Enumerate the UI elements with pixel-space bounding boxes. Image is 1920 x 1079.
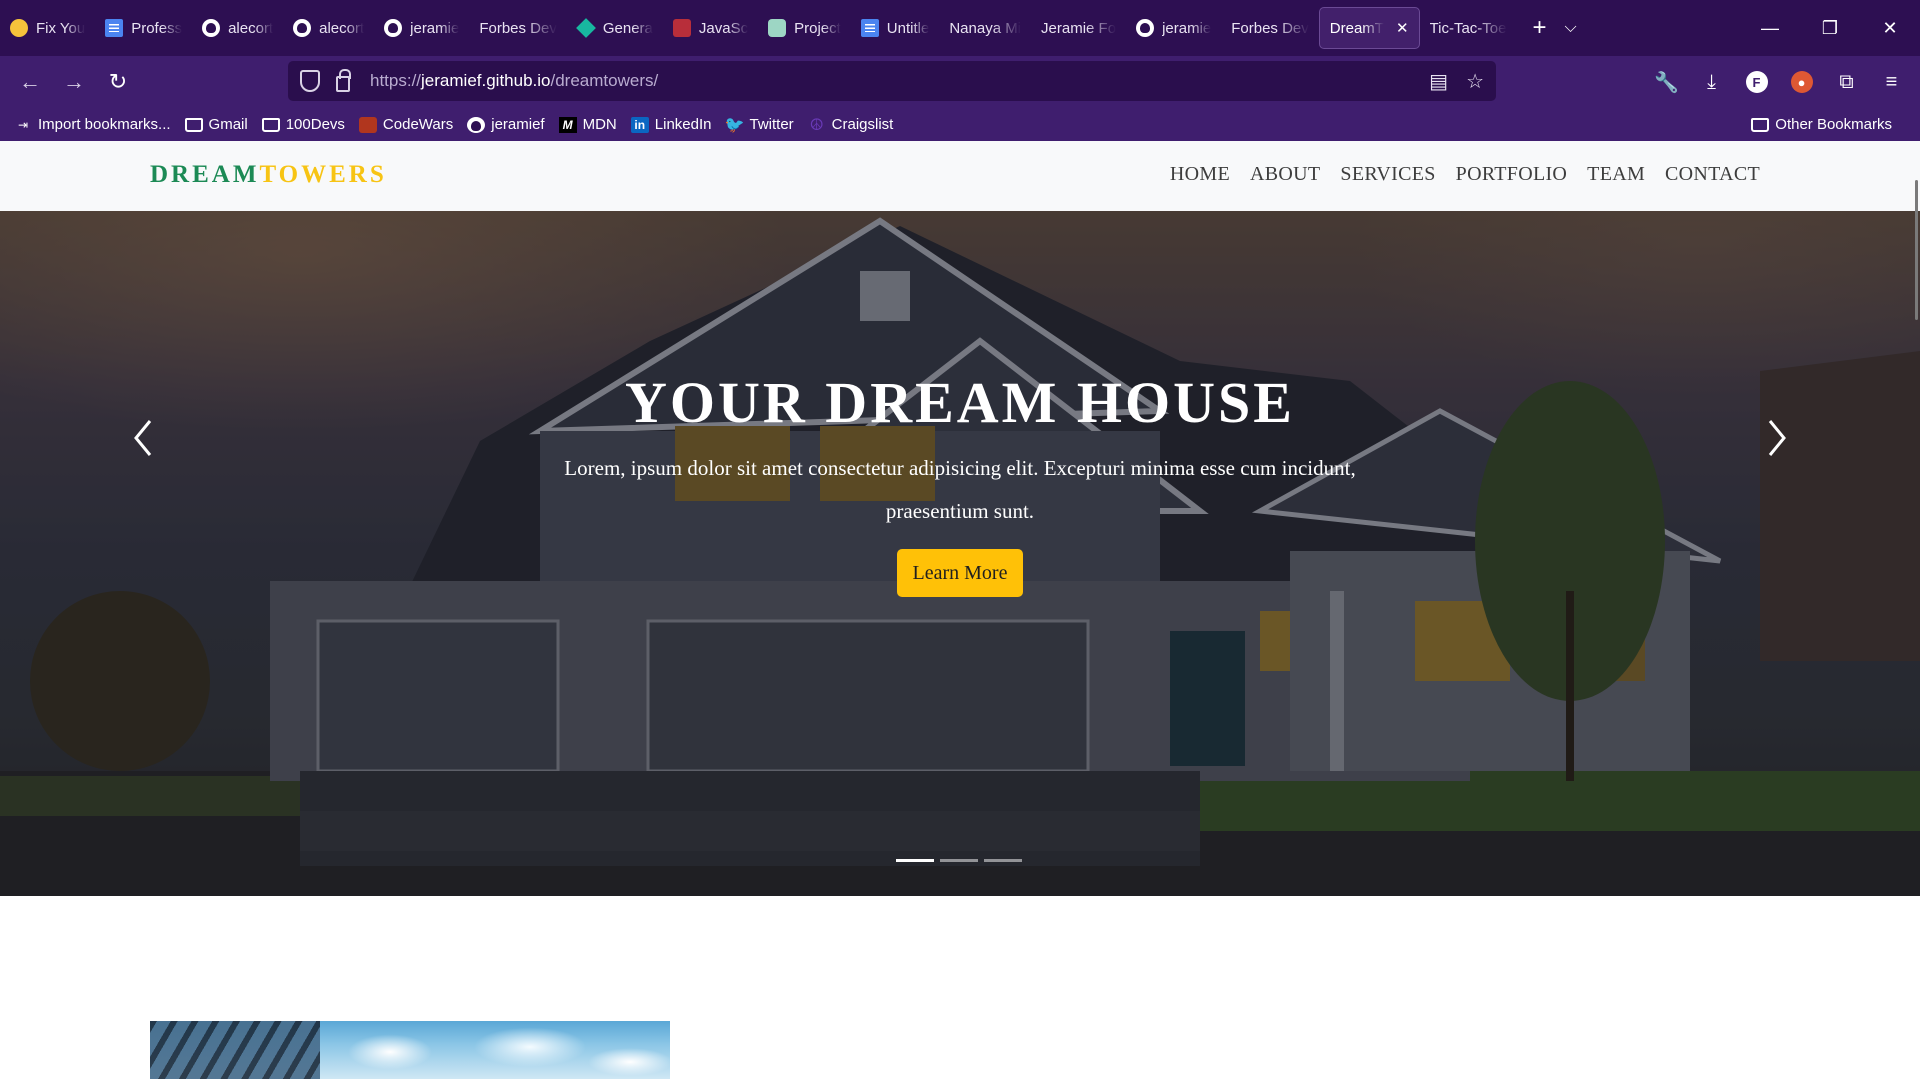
bookmark-craigslist[interactable]: ☮ Craigslist	[808, 116, 894, 134]
carousel-indicator-3[interactable]	[984, 859, 1022, 862]
bookmark-star-icon[interactable]: ☆	[1466, 69, 1484, 94]
bookmark-mdn[interactable]: M MDN	[558, 116, 617, 133]
menu-portfolio[interactable]: PORTFOLIO	[1456, 163, 1568, 186]
tab-6[interactable]: Genera	[567, 8, 663, 48]
docs-icon	[105, 19, 124, 37]
carousel-next-icon[interactable]	[1756, 413, 1796, 463]
smile-icon	[10, 19, 28, 37]
brand-logo[interactable]: DREAMTOWERS	[150, 161, 387, 189]
bookmark-twitter[interactable]: 🐦 Twitter	[724, 116, 794, 134]
tab-1[interactable]: Profess	[95, 8, 192, 48]
minimize-icon[interactable]: —	[1740, 0, 1800, 56]
tab-10[interactable]: Nanaya Mi	[939, 8, 1031, 48]
tab-15[interactable]: Tic-Tac-Toe	[1420, 8, 1517, 48]
tab-14-active[interactable]: DreamT ✕	[1318, 7, 1420, 49]
close-tab-icon[interactable]: ✕	[1396, 19, 1409, 37]
hero-text: Lorem, ipsum dolor sit amet consectetur …	[564, 456, 1356, 523]
carousel-indicator-1[interactable]	[896, 859, 934, 862]
duckduckgo-icon[interactable]: ●	[1779, 60, 1824, 104]
linkedin-icon: in	[630, 116, 649, 133]
carousel-indicators	[896, 859, 1022, 862]
new-tab-icon[interactable]: +	[1533, 14, 1547, 42]
github-icon	[384, 19, 403, 37]
page-scrollbar[interactable]	[1915, 180, 1918, 320]
tab-strip: Fix You Profess alecort alecort jeramie …	[0, 0, 1920, 56]
menu-services[interactable]: SERVICES	[1340, 163, 1435, 186]
tab-12[interactable]: jeramie	[1126, 8, 1221, 48]
tab-8[interactable]: Project	[758, 8, 851, 48]
menu-icon[interactable]: ≡	[1869, 60, 1914, 104]
folder-icon	[1751, 117, 1770, 132]
site-menu: HOME ABOUT SERVICES PORTFOLIO TEAM CONTA…	[1150, 163, 1760, 186]
back-icon[interactable]: ←	[8, 60, 52, 104]
chatgpt-icon	[768, 19, 787, 37]
tab-4[interactable]: jeramie	[374, 8, 469, 48]
address-bar[interactable]: https://jeramief.github.io/dreamtowers/ …	[288, 61, 1496, 101]
tab-7[interactable]: JavaSc	[663, 8, 758, 48]
bookmark-import[interactable]: ⇥ Import bookmarks...	[14, 116, 171, 133]
diamond-icon	[575, 18, 596, 38]
list-tabs-icon[interactable]: ⌵	[1565, 19, 1577, 37]
url-text[interactable]: https://jeramief.github.io/dreamtowers/	[370, 71, 1411, 91]
tab-9[interactable]: Untitle	[851, 8, 940, 48]
account-icon[interactable]: F	[1734, 60, 1779, 104]
hero-title: YOUR DREAM HOUSE	[625, 370, 1295, 435]
github-icon	[1136, 19, 1155, 37]
js-icon	[672, 19, 691, 37]
download-icon[interactable]: ⤓	[1689, 60, 1734, 104]
extensions-icon[interactable]: ⧉	[1824, 60, 1869, 104]
site-navbar: DREAMTOWERS HOME ABOUT SERVICES PORTFOLI…	[0, 141, 1920, 211]
bookmark-github[interactable]: jeramief	[467, 116, 545, 133]
twitter-icon: 🐦	[724, 116, 745, 134]
reader-view-icon[interactable]: ▤	[1429, 69, 1448, 94]
about-building-image	[150, 1021, 670, 1079]
peace-icon: ☮	[809, 116, 824, 134]
learn-more-button[interactable]: Learn More	[897, 549, 1023, 597]
tab-0[interactable]: Fix You	[0, 8, 95, 48]
tab-3[interactable]: alecort	[283, 8, 374, 48]
import-icon: ⇥	[17, 117, 29, 132]
hero-carousel: YOUR DREAM HOUSE Lorem, ipsum dolor sit …	[0, 211, 1920, 896]
bookmark-100devs[interactable]: 100Devs	[261, 116, 345, 133]
nav-toolbar: ← → ↻ https://jeramief.github.io/dreamto…	[0, 56, 1920, 108]
tab-5[interactable]: Forbes Dev	[469, 8, 567, 48]
mdn-icon: M	[558, 116, 577, 133]
folder-icon	[261, 117, 280, 132]
menu-home[interactable]: HOME	[1170, 163, 1230, 186]
reload-icon[interactable]: ↻	[96, 60, 140, 104]
bookmark-linkedin[interactable]: in LinkedIn	[630, 116, 711, 133]
bookmark-gmail[interactable]: Gmail	[184, 116, 248, 133]
menu-about[interactable]: ABOUT	[1250, 163, 1320, 186]
wrench-icon[interactable]: 🔧	[1644, 60, 1689, 104]
bookmarks-bar: ⇥ Import bookmarks... Gmail 100Devs CodeW…	[0, 108, 1920, 141]
lock-icon[interactable]	[336, 68, 351, 92]
codewars-icon	[358, 116, 377, 133]
tab-11[interactable]: Jeramie Fo	[1031, 8, 1126, 48]
folder-icon	[184, 117, 203, 132]
carousel-indicator-2[interactable]	[940, 859, 978, 862]
close-window-icon[interactable]: ✕	[1860, 0, 1920, 56]
menu-team[interactable]: TEAM	[1587, 163, 1645, 186]
github-icon	[202, 19, 221, 37]
tracking-shield-icon[interactable]	[300, 70, 320, 92]
bookmark-other[interactable]: Other Bookmarks	[1751, 108, 1892, 141]
tab-2[interactable]: alecort	[192, 8, 283, 48]
restore-icon[interactable]: ❐	[1800, 0, 1860, 56]
forward-icon[interactable]: →	[52, 60, 96, 104]
github-icon	[293, 19, 312, 37]
tab-13[interactable]: Forbes Dev	[1221, 8, 1319, 48]
github-icon	[467, 116, 486, 133]
menu-contact[interactable]: CONTACT	[1665, 163, 1760, 186]
carousel-prev-icon[interactable]	[124, 413, 164, 463]
docs-icon	[860, 19, 879, 37]
bookmark-codewars[interactable]: CodeWars	[358, 116, 453, 133]
